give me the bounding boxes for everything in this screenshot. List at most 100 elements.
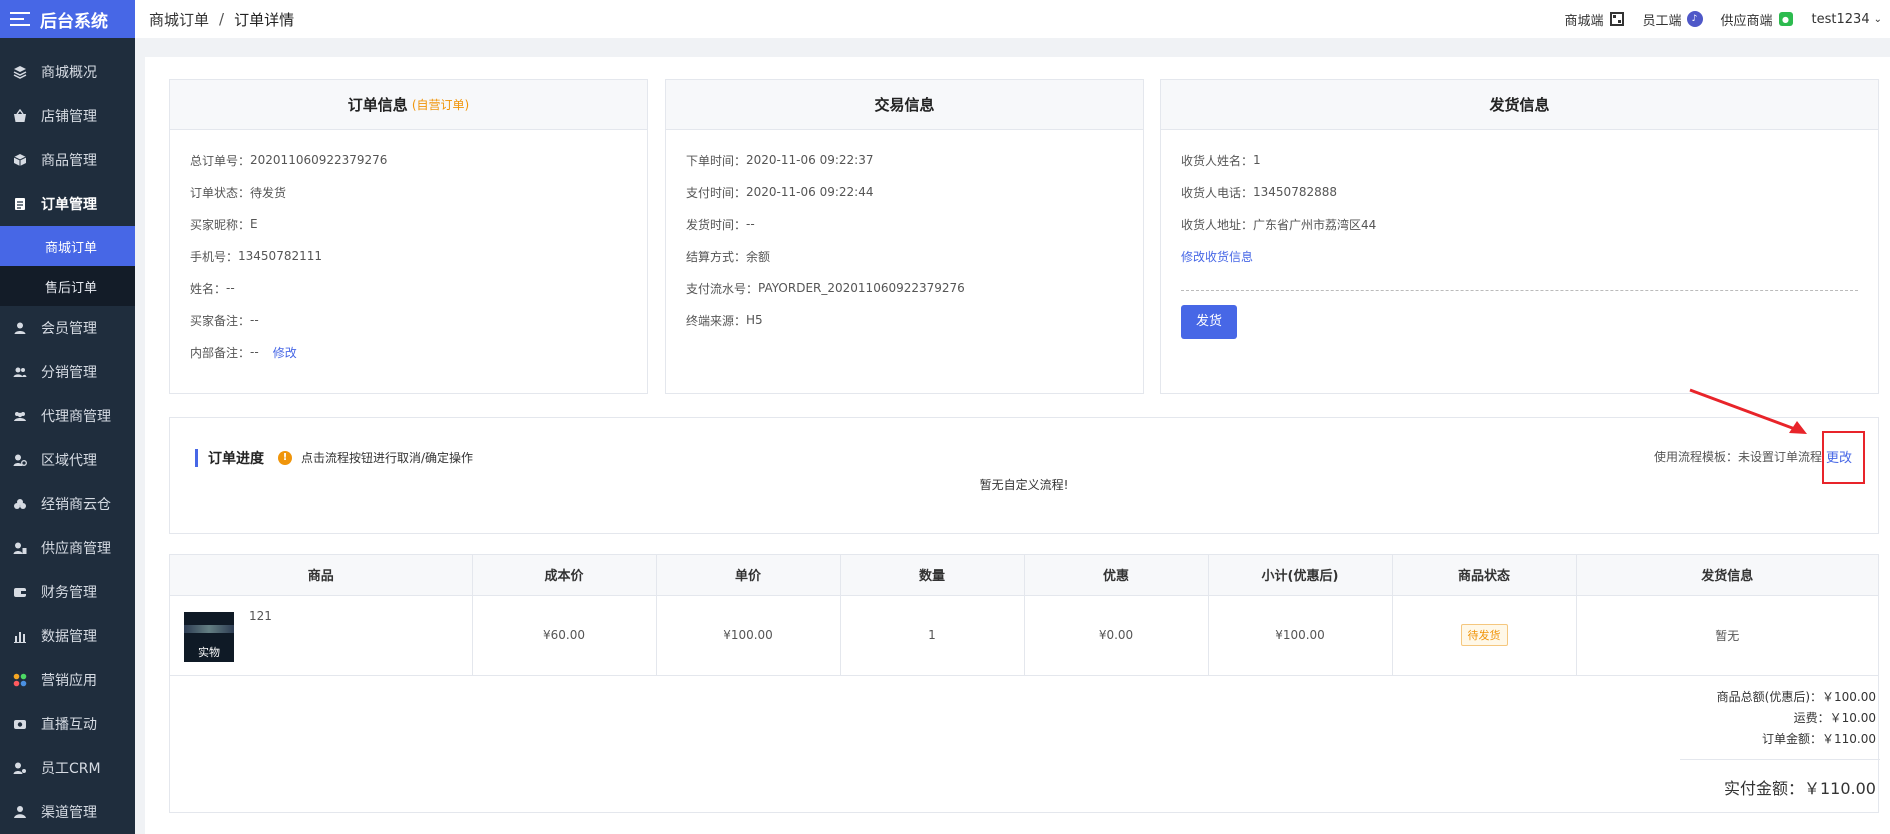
layers-icon <box>12 64 28 80</box>
delivery-info-header: 发货信息 <box>1161 80 1878 130</box>
info-row: 下单时间： 2020-11-06 09:22:37 <box>686 144 1123 176</box>
ship-time: -- <box>746 217 755 231</box>
order-info-card: 订单信息 (自营订单) 总订单号： 202011060922379276 订单状态… <box>169 79 648 394</box>
sidebar-item-dealer-cloud[interactable]: 经销商云仓 <box>0 482 135 526</box>
goods-table: 商品 成本价 单价 数量 优惠 小计(优惠后) 商品状态 发货信息 实物 121… <box>170 555 1878 676</box>
info-row: 收货人姓名： 1 <box>1181 144 1858 176</box>
sidebar-item-region-agents[interactable]: 区域代理 <box>0 438 135 482</box>
price-cell: ¥100.00 <box>656 595 841 676</box>
sidebar-item-mall-orders[interactable]: 商城订单 <box>0 226 135 266</box>
order-progress-card: 订单进度 ! 点击流程按钮进行取消/确定操作 暂无自定义流程! 使用流程模板：未… <box>169 417 1879 534</box>
sidebar-item-label: 数据管理 <box>41 629 97 645</box>
buyer-name: -- <box>226 281 235 295</box>
main-content: 订单信息 (自营订单) 总订单号： 202011060922379276 订单状态… <box>145 57 1890 834</box>
sidebar-item-distribution[interactable]: 分销管理 <box>0 350 135 394</box>
user-icon <box>12 320 28 336</box>
col-header-product: 商品 <box>170 555 473 596</box>
sidebar-item-live[interactable]: 直播互动 <box>0 702 135 746</box>
info-label: 买家备注： <box>190 313 251 328</box>
table-row: 实物 121 ¥60.00 ¥100.00 1 ¥0.00 ¥100.00 待发… <box>170 595 1878 676</box>
cloud-icon <box>12 496 28 512</box>
channel-icon <box>12 804 28 820</box>
col-header-status: 商品状态 <box>1392 555 1577 596</box>
internal-remark: -- <box>250 345 259 359</box>
sidebar-item-suppliers[interactable]: 供应商管理 <box>0 526 135 570</box>
thumbnail-label: 实物 <box>198 645 220 659</box>
info-row: 发货时间： -- <box>686 208 1123 240</box>
progress-title-text: 订单进度 <box>208 451 264 467</box>
col-header-qty: 数量 <box>840 555 1025 596</box>
sidebar-item-label: 分销管理 <box>41 365 97 381</box>
wallet-icon <box>12 584 28 600</box>
buyer-nickname: E <box>250 217 258 231</box>
sidebar-item-members[interactable]: 会员管理 <box>0 306 135 350</box>
divider <box>1181 290 1858 291</box>
info-label: 支付流水号： <box>686 281 759 296</box>
supplier-entry-label: 供应商端 <box>1720 13 1773 29</box>
qrcode-icon <box>1609 11 1625 27</box>
mall-entry[interactable]: 商城端 <box>1565 10 1625 29</box>
trade-info-title: 交易信息 <box>874 96 935 114</box>
supplier-entry[interactable]: 供应商端 ● <box>1721 10 1794 29</box>
info-label: 收货人姓名： <box>1181 153 1254 168</box>
sidebar-item-marketing[interactable]: 营销应用 <box>0 658 135 702</box>
info-row: 总订单号： 202011060922379276 <box>190 144 627 176</box>
brand[interactable]: 后台系统 <box>0 0 135 38</box>
receiver-name: 1 <box>1253 153 1261 167</box>
sidebar-item-orders[interactable]: 订单管理 <box>0 182 135 226</box>
order-info-body: 总订单号： 202011060922379276 订单状态： 待发货 买家昵称： E … <box>170 130 647 382</box>
location-icon <box>12 452 28 468</box>
sidebar-item-after-sale-orders[interactable]: 售后订单 <box>0 266 135 306</box>
sidebar-item-data[interactable]: 数据管理 <box>0 614 135 658</box>
menu-icon[interactable] <box>10 12 30 26</box>
supplier-app-icon: ● <box>1778 11 1794 27</box>
sidebar-item-goods[interactable]: 商品管理 <box>0 138 135 182</box>
col-header-discount: 优惠 <box>1024 555 1209 596</box>
pay-time: 2020-11-06 09:22:44 <box>746 185 874 199</box>
product-name[interactable]: 121 <box>249 609 272 623</box>
user-menu[interactable]: test1234 ⌄ <box>1812 12 1882 27</box>
info-row: 支付流水号： PAYORDER_202011060922379276 <box>686 272 1123 304</box>
title-accent-bar <box>195 449 198 467</box>
ship-button[interactable]: 发货 <box>1181 305 1237 339</box>
product-thumbnail[interactable]: 实物 <box>184 611 234 662</box>
sidebar-item-shop[interactable]: 店铺管理 <box>0 94 135 138</box>
sidebar-item-label: 营销应用 <box>41 673 97 689</box>
info-label: 内部备注： <box>190 345 251 360</box>
delivery-info-body: 收货人姓名： 1 收货人电话： 13450782888 收货人地址： 广东省广州市荔湾… <box>1161 130 1878 353</box>
apps-icon <box>12 672 28 688</box>
info-label: 支付时间： <box>686 185 747 200</box>
info-row: 买家备注： -- <box>190 304 627 336</box>
trade-info-header: 交易信息 <box>666 80 1143 130</box>
annotation-arrow-icon <box>1689 388 1807 434</box>
annotation-highlight-box <box>1822 431 1865 484</box>
delivery-cell: 暂无 <box>1576 595 1878 676</box>
info-label: 姓名： <box>190 281 227 296</box>
edit-address-link[interactable]: 修改收货信息 <box>1181 248 1253 265</box>
sidebar-item-label: 供应商管理 <box>41 541 111 557</box>
sidebar-item-finance[interactable]: 财务管理 <box>0 570 135 614</box>
receiver-phone: 13450782888 <box>1253 185 1337 199</box>
sidebar-item-mall-overview[interactable]: 商城概况 <box>0 50 135 94</box>
supplier-icon <box>12 540 28 556</box>
breadcrumb-current: 订单详情 <box>234 10 295 29</box>
sidebar-item-agents[interactable]: 代理商管理 <box>0 394 135 438</box>
freight-total: 运费：￥10.00 <box>1793 711 1876 725</box>
breadcrumb-mall-orders[interactable]: 商城订单 <box>149 9 209 30</box>
sidebar-item-label: 经销商云仓 <box>41 497 111 513</box>
sidebar-item-channels[interactable]: 渠道管理 <box>0 790 135 834</box>
cost-cell: ¥60.00 <box>472 595 657 676</box>
bar-chart-icon <box>12 628 28 644</box>
sidebar-item-crm[interactable]: 员工CRM <box>0 746 135 790</box>
info-label: 收货人电话： <box>1181 185 1254 200</box>
discount-cell: ¥0.00 <box>1024 595 1209 676</box>
status-badge: 待发货 <box>1460 624 1508 646</box>
info-label: 结算方式： <box>686 249 747 264</box>
delivery-info-title: 发货信息 <box>1489 96 1550 114</box>
sidebar-item-label: 区域代理 <box>41 453 97 469</box>
info-label: 收货人地址： <box>1181 217 1254 232</box>
progress-hint-text: 点击流程按钮进行取消/确定操作 <box>301 451 474 465</box>
staff-entry[interactable]: 员工端 ♪ <box>1643 10 1703 29</box>
edit-remark-link[interactable]: 修改 <box>273 344 297 361</box>
brand-title: 后台系统 <box>40 11 108 32</box>
